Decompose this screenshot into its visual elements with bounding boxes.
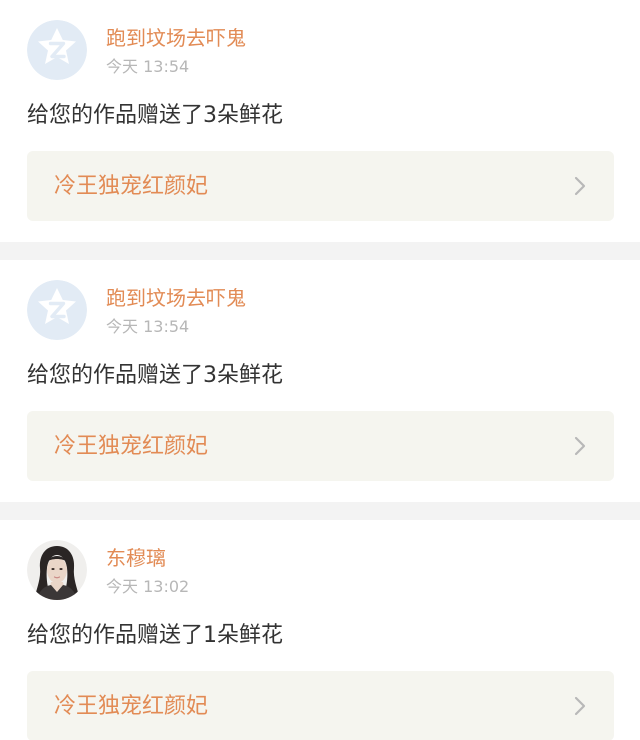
notification-message: 给您的作品赠送了1朵鲜花	[27, 623, 283, 648]
avatar[interactable]	[27, 280, 87, 340]
avatar[interactable]	[27, 540, 87, 600]
username-link[interactable]: 跑到坟场去吓鬼	[106, 26, 246, 50]
default-z-avatar-icon	[27, 20, 87, 80]
chevron-right-icon	[573, 176, 587, 196]
work-title: 冷王独宠红颜妃	[54, 174, 209, 199]
notification-card: 东穆璃 今天 13:02 给您的作品赠送了1朵鲜花 冷王独宠红颜妃	[0, 520, 640, 740]
work-link-button[interactable]: 冷王独宠红颜妃	[27, 671, 614, 740]
work-title: 冷王独宠红颜妃	[54, 434, 209, 459]
timestamp: 今天 13:02	[106, 577, 190, 596]
notification-message: 给您的作品赠送了3朵鲜花	[27, 103, 283, 128]
work-title: 冷王独宠红颜妃	[54, 694, 209, 719]
timestamp: 今天 13:54	[106, 317, 190, 336]
avatar[interactable]	[27, 20, 87, 80]
notification-message: 给您的作品赠送了3朵鲜花	[27, 363, 283, 388]
default-z-avatar-icon	[27, 280, 87, 340]
username-link[interactable]: 跑到坟场去吓鬼	[106, 286, 246, 310]
chevron-right-icon	[573, 696, 587, 716]
notification-feed: 跑到坟场去吓鬼 今天 13:54 给您的作品赠送了3朵鲜花 冷王独宠红颜妃 跑到…	[0, 0, 640, 740]
work-link-button[interactable]: 冷王独宠红颜妃	[27, 411, 614, 481]
username-link[interactable]: 东穆璃	[106, 546, 166, 570]
notification-card: 跑到坟场去吓鬼 今天 13:54 给您的作品赠送了3朵鲜花 冷王独宠红颜妃	[0, 0, 640, 242]
work-link-button[interactable]: 冷王独宠红颜妃	[27, 151, 614, 221]
notification-card: 跑到坟场去吓鬼 今天 13:54 给您的作品赠送了3朵鲜花 冷王独宠红颜妃	[0, 260, 640, 502]
chevron-right-icon	[573, 436, 587, 456]
timestamp: 今天 13:54	[106, 57, 190, 76]
user-photo-avatar	[27, 540, 87, 600]
